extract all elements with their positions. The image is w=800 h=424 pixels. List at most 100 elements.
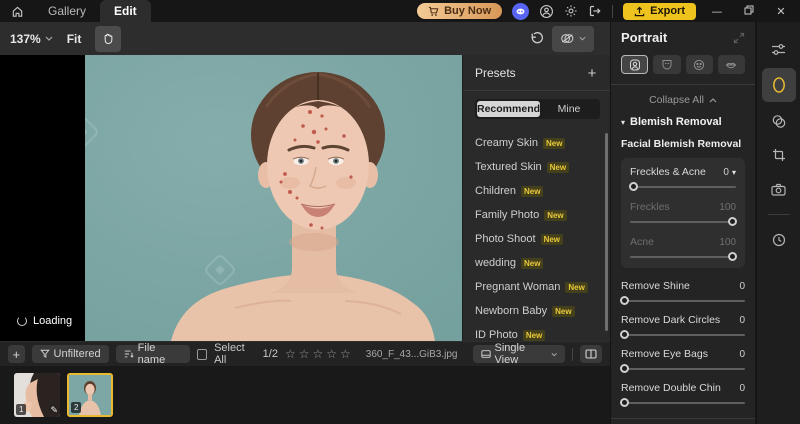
slider-knob[interactable]	[620, 330, 629, 339]
star-icon[interactable]: ☆	[312, 347, 323, 361]
slider-value: 0	[739, 315, 745, 326]
preset-name: Photo Shoot	[475, 233, 536, 245]
thumbnail-2[interactable]: 2	[67, 373, 113, 417]
slider-label: Remove Dark Circles	[621, 314, 720, 326]
rail-crop-button[interactable]	[762, 140, 796, 170]
fit-button[interactable]: Fit	[67, 32, 82, 46]
sliders-icon	[771, 43, 786, 56]
slider-knob[interactable]	[620, 398, 629, 407]
bottom-toolbar: + Unfiltered File name Select All 1/2 ☆ …	[0, 341, 610, 366]
tab-skin[interactable]	[653, 55, 680, 74]
tab-face-retouch[interactable]	[621, 55, 648, 74]
slider-value-dropdown[interactable]: 0 ▾	[723, 167, 736, 178]
export-button[interactable]: Export	[623, 3, 696, 20]
preset-item[interactable]: Creamy SkinNew	[475, 133, 600, 153]
close-button[interactable]: ✕	[770, 5, 792, 18]
split-view-button[interactable]	[580, 345, 602, 363]
slider-track[interactable]	[630, 256, 736, 258]
slider-knob[interactable]	[620, 296, 629, 305]
star-rating[interactable]: ☆ ☆ ☆ ☆ ☆	[285, 347, 351, 361]
hand-tool-button[interactable]	[95, 26, 121, 52]
slider-knob[interactable]	[620, 364, 629, 373]
slider-knob[interactable]	[728, 252, 737, 261]
star-icon[interactable]: ☆	[326, 347, 337, 361]
tab-gallery[interactable]: Gallery	[34, 0, 100, 22]
preset-item[interactable]: ChildrenNew	[475, 181, 600, 201]
slider-track[interactable]	[621, 300, 745, 302]
account-icon[interactable]	[539, 4, 554, 19]
slider-track[interactable]	[621, 368, 745, 370]
preset-name: Textured Skin	[475, 161, 542, 173]
expand-panel-icon[interactable]	[733, 32, 745, 44]
tab-edit[interactable]: Edit	[100, 0, 151, 22]
preset-name: ID Photo	[475, 329, 518, 341]
lips-icon	[725, 59, 737, 71]
loading-indicator: Loading	[8, 311, 81, 331]
view-mode-dropdown[interactable]: Single View	[473, 345, 566, 363]
home-button[interactable]	[0, 5, 34, 18]
canvas[interactable]: Loading	[0, 55, 462, 341]
new-badge: New	[523, 330, 545, 341]
section-caret-icon: ▾	[621, 118, 625, 127]
thumbnail-1[interactable]: 1 ✎	[14, 373, 60, 417]
portrait-panel: Portrait Collapse All ▾ Blemish Removal	[610, 22, 755, 424]
discord-icon[interactable]	[512, 3, 529, 20]
minimize-button[interactable]: —	[706, 5, 728, 18]
filmstrip: 1 ✎ 2	[0, 366, 610, 424]
slider-track[interactable]	[630, 186, 736, 188]
select-all-checkbox[interactable]	[197, 349, 207, 360]
buy-now-label: Buy Now	[444, 5, 491, 17]
zoom-level-dropdown[interactable]: 137%	[10, 32, 53, 46]
section-title: Blemish Removal	[630, 116, 722, 128]
rail-history-button[interactable]	[762, 225, 796, 255]
portrait-face-icon	[629, 59, 641, 71]
star-icon[interactable]: ☆	[285, 347, 296, 361]
home-icon	[11, 5, 24, 18]
sort-button[interactable]: File name	[116, 345, 190, 363]
filter-button[interactable]: Unfiltered	[32, 345, 109, 363]
star-icon[interactable]: ☆	[299, 347, 310, 361]
slider-track[interactable]	[621, 402, 745, 404]
preset-item[interactable]: Textured SkinNew	[475, 157, 600, 177]
preset-item[interactable]: weddingNew	[475, 253, 600, 273]
new-badge: New	[543, 138, 565, 149]
section-blemish-removal[interactable]: ▾ Blemish Removal	[621, 116, 745, 128]
preset-item[interactable]: Photo ShootNew	[475, 229, 600, 249]
slider-track[interactable]	[621, 334, 745, 336]
slider-row-remove-eye-bags: Remove Eye Bags 0	[621, 348, 745, 370]
slider-track[interactable]	[630, 221, 736, 223]
rail-portrait-button[interactable]	[762, 68, 796, 102]
rail-adjustments-button[interactable]	[762, 34, 796, 64]
caret-down-icon: ▾	[732, 168, 736, 177]
add-photo-button[interactable]: +	[8, 345, 25, 363]
undo-button[interactable]	[529, 31, 544, 46]
slider-value: 0	[723, 167, 729, 178]
rail-camera-button[interactable]	[762, 174, 796, 204]
star-icon[interactable]: ☆	[340, 347, 351, 361]
titlebar: Gallery Edit Buy Now Export	[0, 0, 800, 22]
presets-tabs: Recommend Mine	[475, 99, 600, 119]
clock-icon	[772, 233, 786, 247]
chevron-up-icon	[709, 98, 717, 103]
slider-knob[interactable]	[629, 182, 638, 191]
preset-item[interactable]: Family PhotoNew	[475, 205, 600, 225]
add-preset-button[interactable]: +	[584, 65, 600, 82]
collapse-all-button[interactable]: Collapse All	[621, 94, 745, 106]
rail-color-button[interactable]	[762, 106, 796, 136]
slider-knob[interactable]	[728, 217, 737, 226]
share-icon[interactable]	[588, 4, 602, 18]
preset-item[interactable]: Pregnant WomanNew	[475, 277, 600, 297]
tab-expression[interactable]	[686, 55, 713, 74]
tab-mine[interactable]: Mine	[540, 101, 598, 117]
restore-button[interactable]	[738, 5, 760, 18]
preset-item[interactable]: Newborn BabyNew	[475, 301, 600, 321]
settings-gear-icon[interactable]	[564, 4, 578, 18]
edited-photo	[85, 55, 462, 341]
portrait-oval-icon	[771, 76, 787, 94]
new-badge: New	[565, 282, 587, 293]
tab-mouth-teeth[interactable]	[718, 55, 745, 74]
tab-recommend[interactable]: Recommend	[477, 101, 540, 117]
presets-scrollbar[interactable]	[605, 133, 608, 331]
buy-now-button[interactable]: Buy Now	[417, 3, 502, 19]
compare-original-button[interactable]	[552, 26, 594, 52]
